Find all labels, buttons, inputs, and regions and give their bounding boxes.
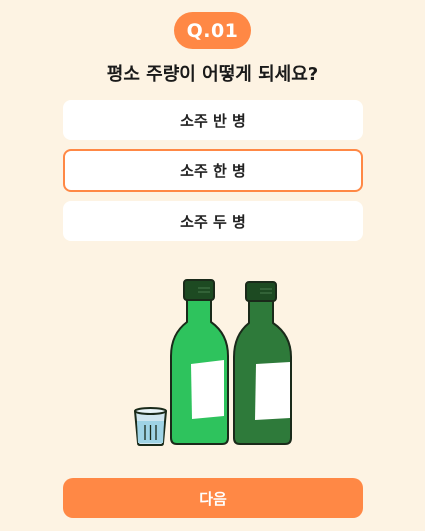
next-button[interactable]: 다음 bbox=[63, 478, 363, 518]
question-title: 평소 주량이 어떻게 되세요? bbox=[106, 64, 319, 85]
soju-bottle-dark-icon bbox=[233, 281, 292, 445]
option-two-bottles[interactable]: 소주 두 병 bbox=[63, 201, 363, 241]
option-one-bottle[interactable]: 소주 한 병 bbox=[63, 149, 363, 192]
option-label: 소주 반 병 bbox=[180, 111, 246, 130]
soju-illustration bbox=[134, 279, 292, 446]
question-number-badge: Q.01 bbox=[174, 12, 251, 49]
option-label: 소주 두 병 bbox=[180, 212, 246, 231]
option-label: 소주 한 병 bbox=[180, 162, 246, 180]
soju-bottle-light-icon bbox=[170, 279, 229, 445]
soju-shot-glass-icon bbox=[134, 407, 167, 446]
option-half-bottle[interactable]: 소주 반 병 bbox=[63, 100, 363, 140]
